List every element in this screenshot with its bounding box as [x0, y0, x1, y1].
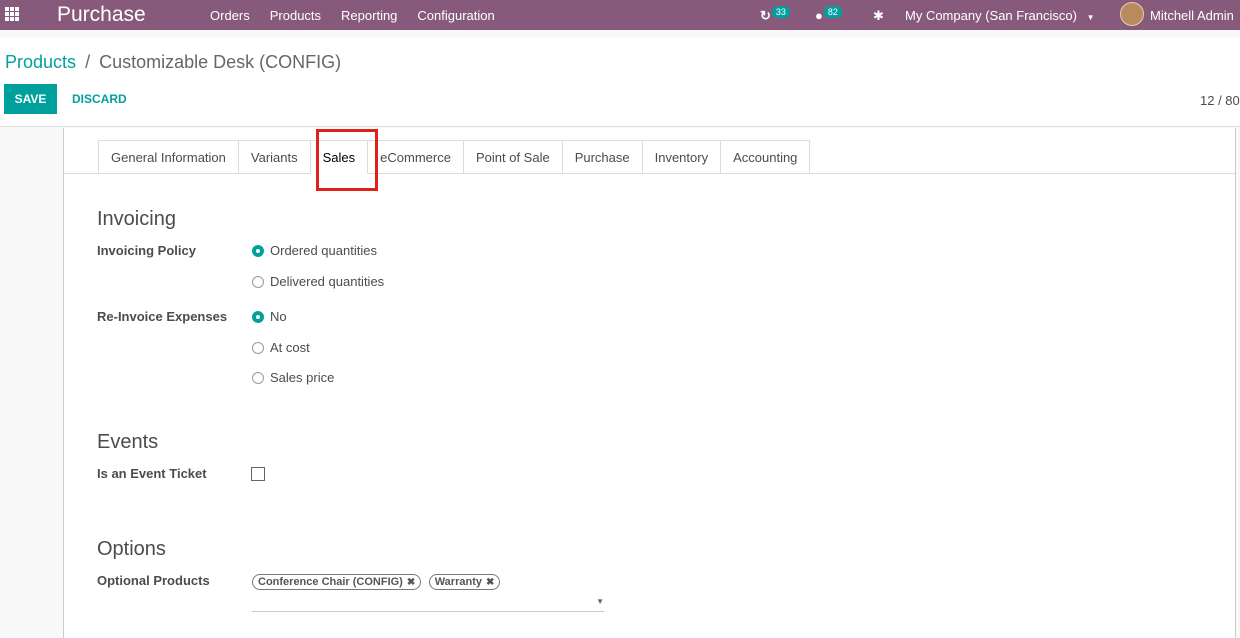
radio-label: Sales price: [270, 370, 335, 385]
optional-products-label: Optional Products: [97, 573, 210, 588]
save-button[interactable]: SAVE: [4, 84, 57, 114]
top-navbar: Purchase Orders Products Reporting Confi…: [0, 0, 1240, 30]
avatar[interactable]: [1120, 2, 1144, 26]
dropdown-caret-icon[interactable]: ▼: [596, 597, 604, 606]
event-ticket-label: Is an Event Ticket: [97, 466, 207, 481]
radio-label: Delivered quantities: [270, 274, 385, 289]
radio-delivered-quantities[interactable]: Delivered quantities: [252, 274, 384, 289]
radio-label: At cost: [270, 340, 310, 355]
control-panel: Products / Customizable Desk (CONFIG) SA…: [0, 38, 1240, 127]
discard-button[interactable]: DISCARD: [66, 84, 133, 114]
company-switcher[interactable]: My Company (San Francisco) ▼: [905, 8, 1095, 23]
activity-badge: 33: [771, 6, 790, 18]
caret-down-icon: ▼: [1086, 13, 1095, 22]
radio-label: Ordered quantities: [270, 243, 377, 258]
activity-menu[interactable]: ↻ 33: [760, 6, 790, 24]
user-name[interactable]: Mitchell Admin: [1150, 8, 1234, 23]
remove-tag-icon[interactable]: ✖: [486, 577, 494, 588]
event-ticket-checkbox[interactable]: [251, 467, 265, 481]
tab-inventory[interactable]: Inventory: [642, 140, 722, 174]
menu-orders[interactable]: Orders: [210, 8, 250, 23]
radio-selected-icon: [252, 310, 264, 323]
menu-reporting[interactable]: Reporting: [341, 8, 397, 23]
tag-warranty: Warranty ✖: [428, 574, 501, 590]
chat-icon: ●: [815, 8, 823, 23]
menu-configuration[interactable]: Configuration: [417, 8, 494, 23]
invoicing-title: Invoicing: [97, 208, 176, 230]
menu-products[interactable]: Products: [270, 8, 321, 23]
debug-icon[interactable]: ✱: [873, 8, 884, 24]
events-title: Events: [97, 431, 159, 453]
remove-tag-icon[interactable]: ✖: [407, 577, 415, 588]
radio-icon: [252, 275, 264, 288]
tag-label: Conference Chair (CONFIG): [258, 576, 403, 588]
tag-label: Warranty: [434, 576, 482, 588]
notebook-tabs: General Information Variants Sales eComm…: [98, 140, 811, 174]
options-title: Options: [97, 538, 166, 560]
tab-variants[interactable]: Variants: [238, 140, 311, 174]
highlight-box: [316, 129, 378, 191]
breadcrumb-products[interactable]: Products: [5, 52, 76, 72]
app-title: Purchase: [57, 3, 146, 26]
messaging-menu[interactable]: ● 82: [815, 6, 842, 23]
message-badge: 82: [823, 6, 842, 18]
tab-ecommerce[interactable]: eCommerce: [368, 140, 464, 174]
tab-general-information[interactable]: General Information: [98, 140, 239, 174]
optional-products-field[interactable]: Conference Chair (CONFIG) ✖ Warranty ✖ ▼: [252, 572, 604, 612]
radio-label: No: [270, 309, 287, 324]
radio-icon: [252, 371, 264, 384]
reinvoice-expenses-label: Re-Invoice Expenses: [97, 309, 228, 324]
tab-point-of-sale[interactable]: Point of Sale: [463, 140, 563, 174]
radio-ordered-quantities[interactable]: Ordered quantities: [252, 243, 377, 258]
tab-accounting[interactable]: Accounting: [721, 140, 811, 174]
radio-reinvoice-at-cost[interactable]: At cost: [252, 340, 310, 355]
radio-icon: [252, 341, 264, 354]
main-menu: Orders Products Reporting Configuration: [210, 8, 515, 23]
pager-value[interactable]: 12 / 80: [1200, 93, 1240, 108]
tag-conference-chair: Conference Chair (CONFIG) ✖: [252, 574, 422, 590]
radio-reinvoice-sales-price[interactable]: Sales price: [252, 370, 334, 385]
radio-selected-icon: [252, 244, 264, 257]
breadcrumb: Products / Customizable Desk (CONFIG): [5, 52, 341, 73]
tab-purchase[interactable]: Purchase: [562, 140, 643, 174]
invoicing-policy-label: Invoicing Policy: [97, 243, 196, 258]
radio-reinvoice-no[interactable]: No: [252, 309, 287, 324]
breadcrumb-current: Customizable Desk (CONFIG): [99, 52, 342, 72]
apps-menu-icon[interactable]: [5, 7, 19, 21]
clock-icon: ↻: [760, 8, 771, 23]
breadcrumb-separator: /: [85, 52, 91, 72]
company-name: My Company (San Francisco): [905, 8, 1077, 23]
form-sheet: General Information Variants Sales eComm…: [63, 128, 1236, 638]
